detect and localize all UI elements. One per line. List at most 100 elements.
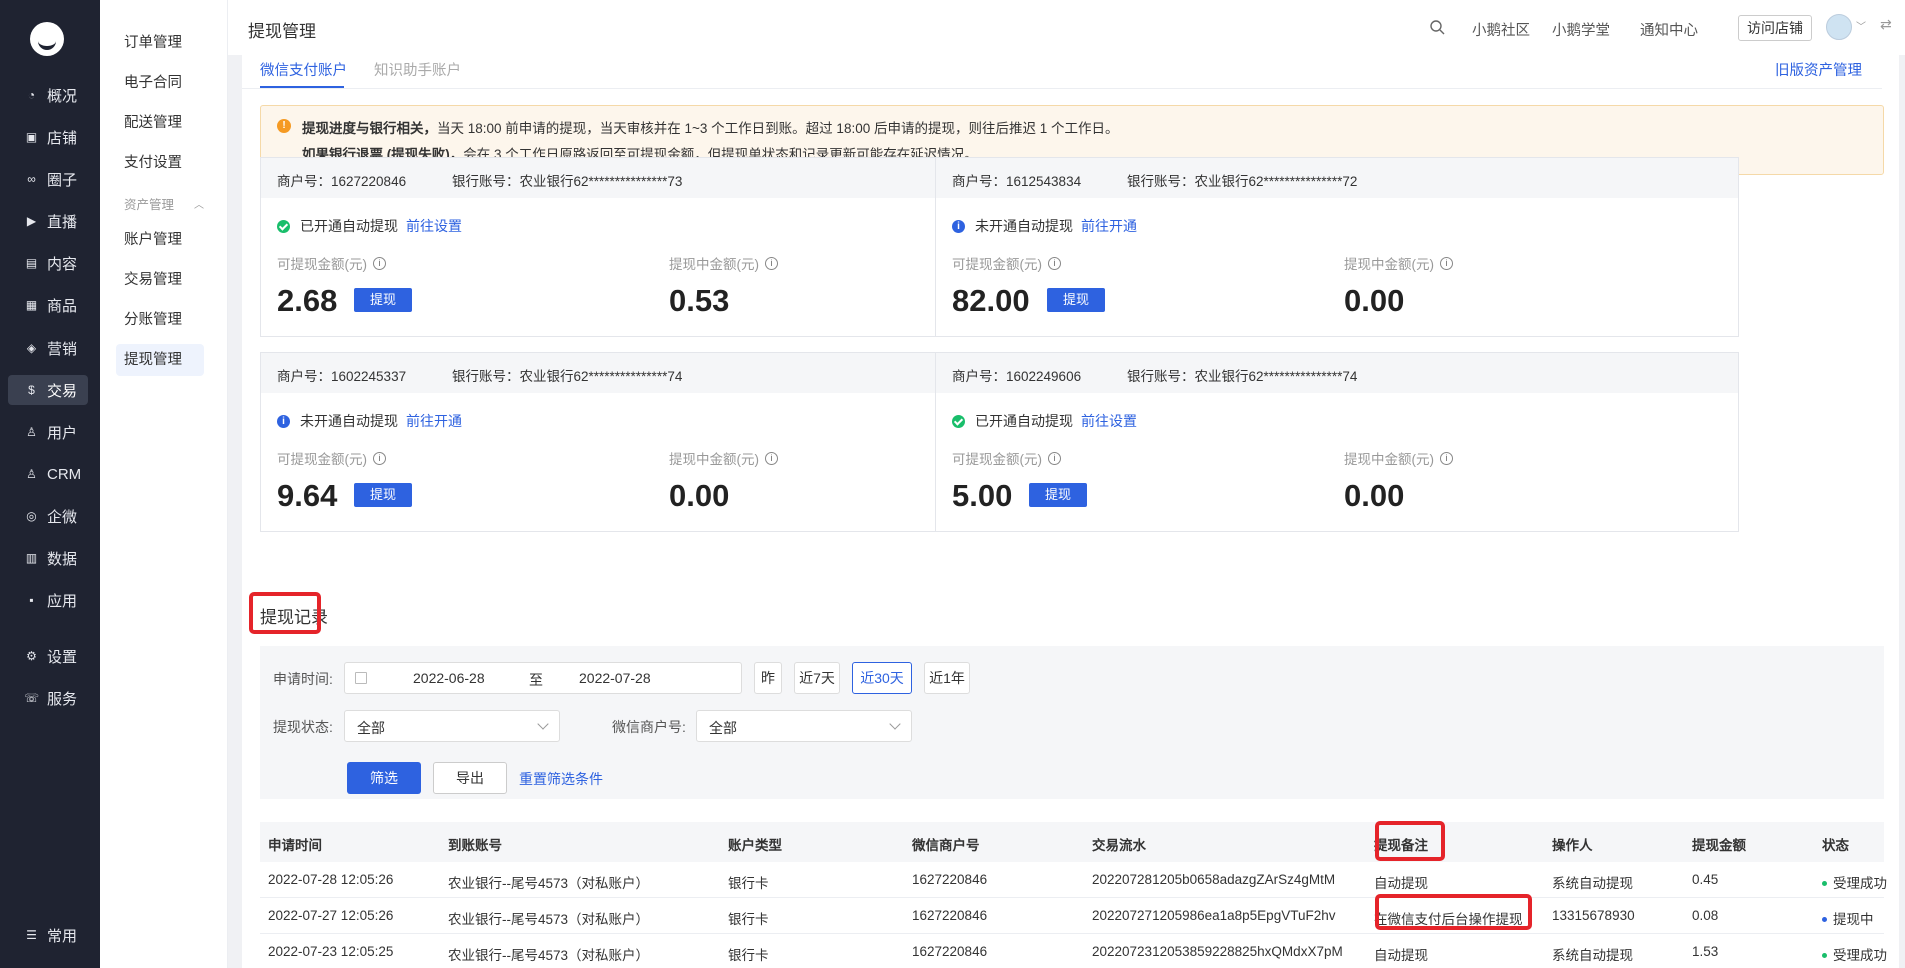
info-circle-icon: i <box>952 219 965 233</box>
sidebar-item-label: 营销 <box>47 340 78 358</box>
col-operator: 操作人 <box>1552 838 1593 853</box>
sidebar-item-marketing[interactable]: ◈ 营销 <box>8 333 88 363</box>
table-row[interactable]: 2022-07-27 12:05:26 农业银行--尾号4573（对私账户） 银行卡… <box>260 898 1884 934</box>
date-range-picker[interactable]: 2022-06-28 至 2022-07-28 <box>344 662 742 694</box>
visit-shop-button[interactable]: 访问店铺 <box>1738 15 1812 41</box>
date-from[interactable]: 2022-06-28 <box>413 670 485 686</box>
info-icon[interactable]: i <box>765 451 778 465</box>
subnav-item-split[interactable]: 分账管理 <box>116 304 204 336</box>
info-icon[interactable]: i <box>1048 451 1061 465</box>
subnav-item-contracts[interactable]: 电子合同 <box>116 67 204 99</box>
withdraw-button[interactable]: 提现 <box>354 288 412 312</box>
merchant-card: 商户号：1602249606 银行账号：农业银行62***************… <box>935 352 1739 532</box>
chevron-down-icon[interactable]: ﹀ <box>1856 18 1866 33</box>
search-icon[interactable] <box>1429 19 1445 35</box>
auto-withdraw-link[interactable]: 前往设置 <box>1081 411 1137 431</box>
table-cell: 银行卡 <box>728 876 769 891</box>
chevron-up-icon: ︿ <box>194 200 204 211</box>
reset-filter-link[interactable]: 重置筛选条件 <box>519 769 603 789</box>
withdraw-button[interactable]: 提现 <box>354 483 412 507</box>
info-icon[interactable]: i <box>1440 256 1453 270</box>
quick-1year-button[interactable]: 近1年 <box>924 662 970 694</box>
table-cell: 1627220846 <box>912 908 988 923</box>
merchant-id: 商户号：1602245337 <box>277 369 407 384</box>
subnav-item-transactions[interactable]: 交易管理 <box>116 264 204 296</box>
available-amount: 82.00 <box>952 283 1030 318</box>
info-icon[interactable]: i <box>1048 256 1061 270</box>
filter-button[interactable]: 筛选 <box>347 762 421 794</box>
sidebar-item-label: 应用 <box>47 592 78 610</box>
marketing-icon: ◈ <box>26 341 37 355</box>
auto-withdraw-status: i 未开通自动提现 前往开通 <box>277 411 462 431</box>
sidebar-item-users[interactable]: ♙ 用户 <box>8 417 88 447</box>
active-tab-indicator <box>260 86 344 88</box>
export-button[interactable]: 导出 <box>433 762 507 794</box>
sidebar-item-shop[interactable]: ▣ 店铺 <box>8 122 88 152</box>
scrollbar[interactable] <box>1899 55 1905 968</box>
chevron-down-icon <box>537 718 549 730</box>
info-icon[interactable]: i <box>373 451 386 465</box>
table-cell: 0.08 <box>1692 908 1719 923</box>
content-icon: ▤ <box>25 256 38 270</box>
subnav-item-payment-settings[interactable]: 支付设置 <box>116 147 204 179</box>
status-select-value: 全部 <box>357 720 385 736</box>
pending-label: 提现中金额(元) i <box>669 448 778 468</box>
sidebar-item-content[interactable]: ▤ 内容 <box>8 248 88 278</box>
switch-icon[interactable]: ⇄ <box>1880 16 1892 33</box>
sidebar-item-apps[interactable]: ▪ 应用 <box>8 585 88 615</box>
table-header: 申请时间 到账账号 账户类型 微信商户号 交易流水 提现备注 操作人 提现金额 状态 <box>260 822 1884 862</box>
info-icon[interactable]: i <box>765 256 778 270</box>
community-link[interactable]: 小鹅社区 <box>1472 19 1530 40</box>
sidebar-item-goods[interactable]: ▦ 商品 <box>8 290 88 320</box>
date-to[interactable]: 2022-07-28 <box>579 670 651 686</box>
tab-wechat-pay[interactable]: 微信支付账户 <box>260 59 347 80</box>
sidebar-item-label: 交易 <box>47 382 78 400</box>
merchant-card: 商户号：1612543834 银行账号：农业银行62***************… <box>935 157 1739 337</box>
sidebar-item-trade[interactable]: $ 交易 <box>8 375 88 405</box>
subnav-item-withdrawals[interactable]: 提现管理 <box>116 344 204 376</box>
subnav-group-assets[interactable]: 资产管理 ︿ <box>124 194 204 213</box>
sidebar-item-settings[interactable]: ⚙ 设置 <box>8 641 88 671</box>
highlight-box <box>1375 821 1445 861</box>
merchant-select[interactable]: 全部 <box>696 710 912 742</box>
auto-withdraw-status: 已开通自动提现 前往设置 <box>277 216 462 236</box>
sidebar-item-common[interactable]: ☰ 常用 <box>8 920 88 950</box>
avatar[interactable] <box>1826 14 1852 40</box>
info-icon[interactable]: i <box>1440 451 1453 465</box>
quick-7days-button[interactable]: 近7天 <box>794 662 840 694</box>
table-cell: 202207281205b0658adazgZArSz4gMtM <box>1092 872 1336 887</box>
sidebar-item-circle[interactable]: ∞ 圈子 <box>8 164 88 194</box>
withdraw-button[interactable]: 提现 <box>1029 483 1087 507</box>
sidebar-item-wecom[interactable]: ◎ 企微 <box>8 501 88 531</box>
academy-link[interactable]: 小鹅学堂 <box>1552 19 1610 40</box>
page-title: 提现管理 <box>248 22 316 41</box>
old-asset-management-link[interactable]: 旧版资产管理 <box>1775 59 1862 80</box>
auto-withdraw-link[interactable]: 前往开通 <box>406 411 462 431</box>
sidebar-item-overview[interactable]: ◔ 概况 <box>8 80 88 110</box>
withdraw-button[interactable]: 提现 <box>1047 288 1105 312</box>
tab-knowledge-assistant[interactable]: 知识助手账户 <box>374 59 461 80</box>
sidebar-item-service[interactable]: ☏ 服务 <box>8 683 88 713</box>
sidebar-item-data[interactable]: ▥ 数据 <box>8 543 88 573</box>
table-row[interactable]: 2022-07-23 12:05:25 农业银行--尾号4573（对私账户） 银行卡… <box>260 934 1887 968</box>
status-select[interactable]: 全部 <box>344 710 560 742</box>
main-sidebar: ◔ 概况 ▣ 店铺 ∞ 圈子 ▶ 直播 ▤ 内容 ▦ 商品 ◈ 营销 $ 交易 ♙ 用户 ♙ CRM ◎ 企微 ▥ 数据 ▪ 应用… <box>0 0 100 968</box>
auto-withdraw-link[interactable]: 前往开通 <box>1081 216 1137 236</box>
subnav-item-delivery[interactable]: 配送管理 <box>116 107 204 139</box>
sidebar-item-crm[interactable]: ♙ CRM <box>8 459 88 489</box>
table-row[interactable]: 2022-07-28 12:05:26 农业银行--尾号4573（对私账户） 银行卡… <box>260 862 1887 898</box>
notification-center-link[interactable]: 通知中心 <box>1640 19 1698 40</box>
info-icon[interactable]: i <box>373 256 386 270</box>
status-dot-icon <box>1822 916 1827 922</box>
subnav-item-accounts[interactable]: 账户管理 <box>116 224 204 256</box>
available-amount: 5.00 <box>952 478 1013 513</box>
merchant-id: 商户号：1602249606 <box>952 369 1082 384</box>
subnav-item-orders[interactable]: 订单管理 <box>116 27 204 59</box>
quick-30days-button[interactable]: 近30天 <box>852 662 912 694</box>
auto-withdraw-link[interactable]: 前往设置 <box>406 216 462 236</box>
sidebar-item-live[interactable]: ▶ 直播 <box>8 206 88 236</box>
notice-line-1: 提现进度与银行相关，当天 18:00 前申请的提现，当天审核并在 1~3 个工作… <box>302 121 1119 136</box>
quick-yesterday-button[interactable]: 昨 <box>754 662 782 694</box>
logo-icon[interactable] <box>30 22 64 56</box>
table-cell: 1627220846 <box>912 872 988 887</box>
